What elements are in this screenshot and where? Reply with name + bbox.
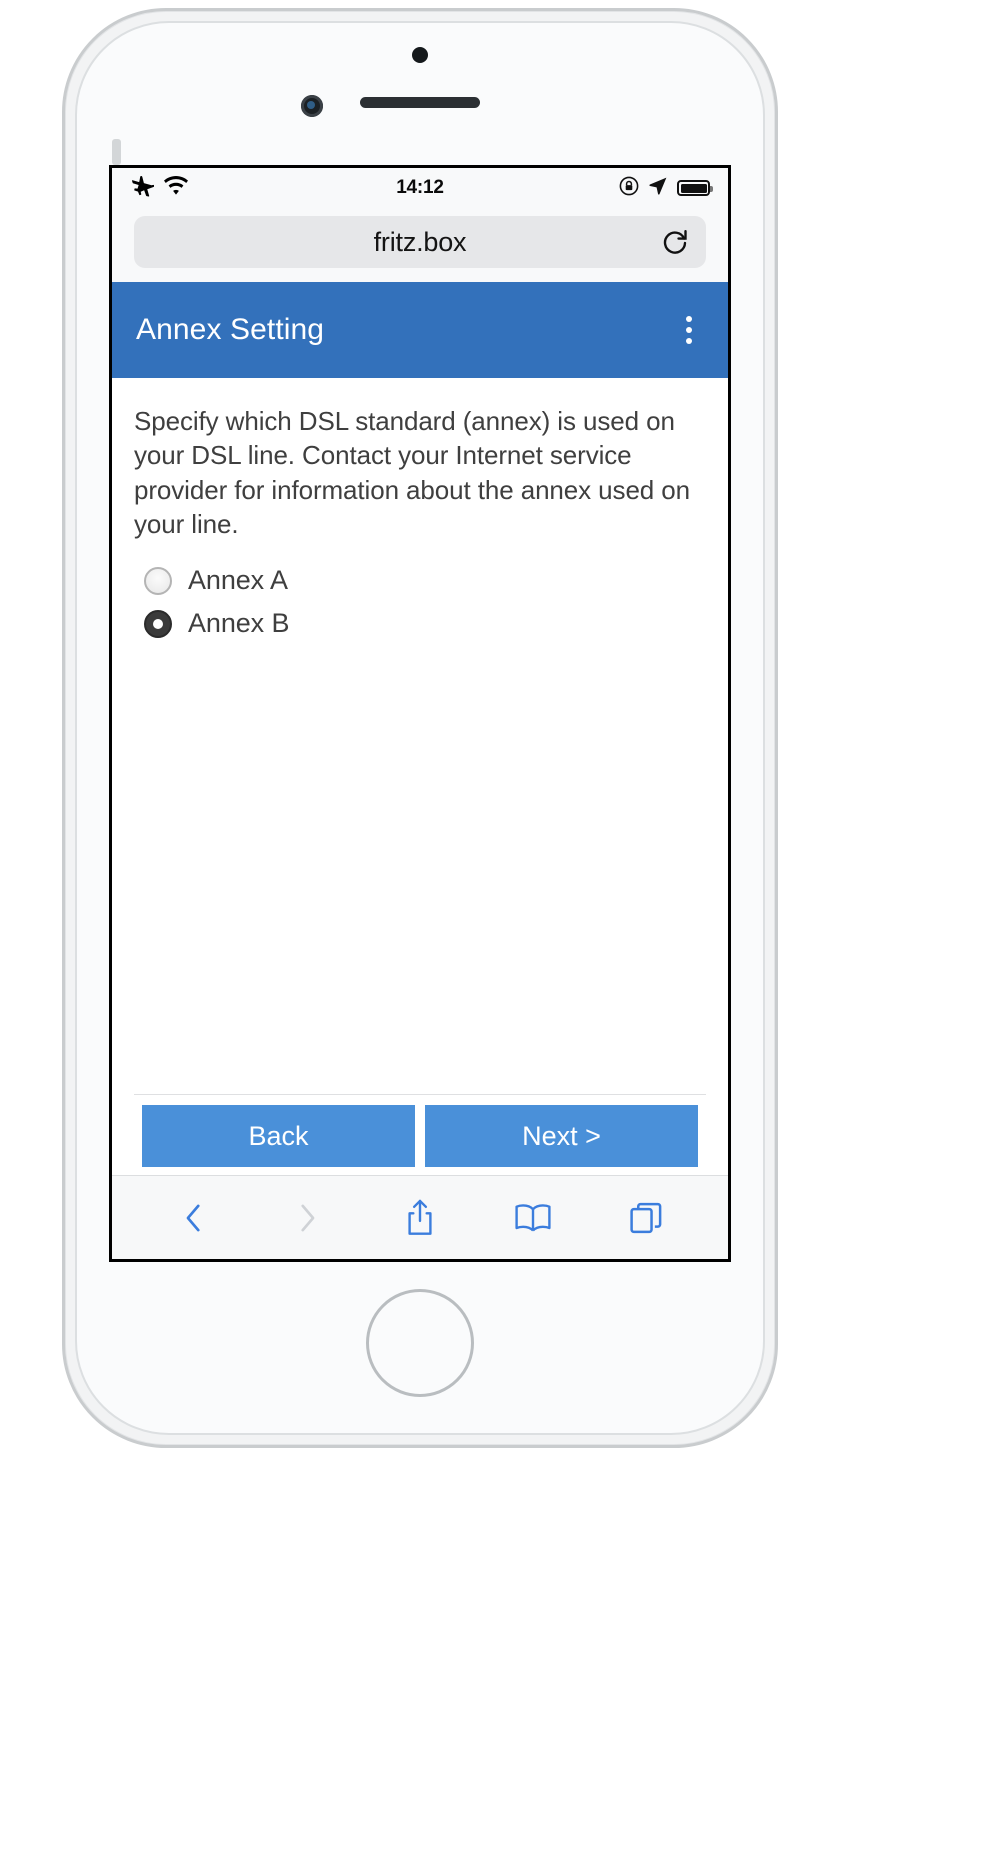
radio-option-annex-b[interactable]: Annex B [134,602,706,645]
status-bar-right [619,176,713,201]
url-bar[interactable]: fritz.box [134,216,706,268]
phone-screen: 14:12 fritz.box Annex Setting Specify wh… [109,165,731,1262]
page-content: Specify which DSL standard (annex) is us… [112,378,728,1175]
location-arrow-icon [648,176,668,201]
radio-button-unselected-icon[interactable] [144,566,172,595]
share-icon[interactable] [397,1195,443,1241]
rotation-lock-icon [619,176,639,201]
radio-label-annex-b: Annex B [188,608,290,639]
intro-text: Specify which DSL standard (annex) is us… [134,406,691,539]
forward-chevron-icon [284,1195,330,1241]
annex-radio-group: Annex A Annex B [134,559,706,645]
silent-switch-button[interactable] [112,139,121,165]
tabs-icon[interactable] [623,1195,669,1241]
back-button[interactable]: Back [142,1105,415,1167]
next-button[interactable]: Next > [425,1105,698,1167]
safari-bottom-toolbar [112,1175,728,1259]
home-button[interactable] [366,1289,474,1397]
earpiece-speaker [360,97,480,108]
proximity-sensor-icon [412,47,428,63]
back-chevron-icon[interactable] [171,1195,217,1241]
wizard-footer: Back Next > [134,1094,706,1175]
screenshot-stage: 14:12 fritz.box Annex Setting Specify wh… [0,0,1000,1867]
overflow-menu-icon[interactable] [674,315,704,345]
ios-status-bar: 14:12 [112,168,728,208]
radio-option-annex-a[interactable]: Annex A [134,559,706,602]
page-title: Annex Setting [136,313,325,346]
front-camera-icon [301,95,323,117]
safari-url-bar-container: fritz.box [112,208,728,282]
url-text[interactable]: fritz.box [374,227,467,258]
reload-icon[interactable] [660,227,690,257]
radio-button-selected-icon[interactable] [144,609,172,638]
radio-label-annex-a: Annex A [188,565,288,596]
app-header-bar: Annex Setting [112,282,728,378]
bookmarks-book-icon[interactable] [510,1195,556,1241]
battery-full-icon [677,180,713,196]
